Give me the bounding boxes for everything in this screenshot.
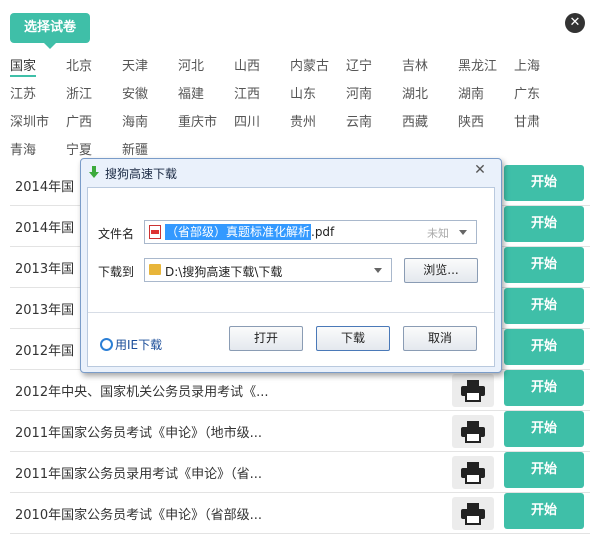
- dialog-titlebar[interactable]: 搜狗高速下载 ✕: [81, 159, 501, 185]
- province-13[interactable]: 福建: [178, 83, 204, 102]
- close-icon[interactable]: ✕: [565, 13, 585, 33]
- start-button[interactable]: 开始: [504, 329, 584, 365]
- province-27[interactable]: 西藏: [402, 111, 428, 130]
- start-button[interactable]: 开始: [504, 206, 584, 242]
- province-23[interactable]: 重庆市: [178, 111, 217, 130]
- folder-icon: [149, 264, 161, 275]
- start-button[interactable]: 开始: [504, 493, 584, 529]
- dialog-divider: [88, 312, 494, 313]
- province-18[interactable]: 湖南: [458, 83, 484, 102]
- paper-title[interactable]: 2014年国: [15, 217, 74, 236]
- province-31[interactable]: 宁夏: [66, 139, 92, 158]
- download-arrow-icon: [89, 166, 99, 178]
- province-7[interactable]: 吉林: [402, 55, 428, 74]
- start-button[interactable]: 开始: [504, 288, 584, 324]
- file-size: 未知: [427, 227, 449, 240]
- file-name-label: 文件名: [98, 227, 135, 241]
- paper-title[interactable]: 2013年国: [15, 299, 74, 318]
- province-11[interactable]: 浙江: [66, 83, 92, 102]
- file-name-field[interactable]: （省部级）真题标准化解析 .pdf 未知: [144, 220, 477, 244]
- start-button[interactable]: 开始: [504, 411, 584, 447]
- table-row: 2011年国家公务员考试《申论》（地市级... 开始: [10, 411, 590, 452]
- province-4[interactable]: 山西: [234, 55, 260, 74]
- province-3[interactable]: 河北: [178, 55, 204, 74]
- start-button[interactable]: 开始: [504, 370, 584, 406]
- province-2[interactable]: 天津: [122, 55, 148, 74]
- province-15[interactable]: 山东: [290, 83, 316, 102]
- dialog-close-icon[interactable]: ✕: [471, 161, 489, 179]
- dialog-title: 搜狗高速下载: [105, 167, 178, 181]
- paper-title[interactable]: 2013年国: [15, 258, 74, 277]
- province-0[interactable]: 国家: [10, 55, 37, 77]
- table-row: 2010年国家公务员考试《申论》（省部级... 开始: [10, 493, 590, 534]
- paper-title[interactable]: 2011年国家公务员考试《申论》（地市级...: [15, 422, 262, 441]
- province-30[interactable]: 青海: [10, 139, 36, 158]
- dialog-body: 文件名 （省部级）真题标准化解析 .pdf 未知 下载到 D:\搜狗高速下载\下…: [87, 187, 495, 367]
- file-name-selection: （省部级）真题标准化解析: [165, 224, 312, 240]
- file-extension: .pdf: [311, 225, 335, 239]
- download-button[interactable]: 下载: [316, 326, 390, 351]
- download-to-label: 下载到: [98, 265, 135, 279]
- ie-icon: [100, 338, 113, 351]
- table-row: 2011年国家公务员录用考试《申论》（省... 开始: [10, 452, 590, 493]
- province-21[interactable]: 广西: [66, 111, 92, 130]
- cancel-button[interactable]: 取消: [403, 326, 477, 351]
- ie-download-link[interactable]: 用IE下载: [100, 336, 162, 353]
- printer-icon[interactable]: [452, 415, 494, 448]
- province-8[interactable]: 黑龙江: [458, 55, 497, 74]
- ie-download-label: 用IE下载: [115, 338, 163, 352]
- chevron-down-icon[interactable]: [374, 268, 382, 273]
- printer-icon[interactable]: [452, 497, 494, 530]
- province-17[interactable]: 湖北: [402, 83, 428, 102]
- chevron-down-icon[interactable]: [459, 230, 467, 235]
- open-button[interactable]: 打开: [229, 326, 303, 351]
- pdf-file-icon: [149, 225, 161, 239]
- printer-icon[interactable]: [452, 456, 494, 489]
- start-button[interactable]: 开始: [504, 247, 584, 283]
- browse-button[interactable]: 浏览...: [404, 258, 478, 283]
- province-5[interactable]: 内蒙古: [290, 55, 329, 74]
- province-16[interactable]: 河南: [346, 83, 372, 102]
- paper-title[interactable]: 2012年国: [15, 340, 74, 359]
- province-12[interactable]: 安徽: [122, 83, 148, 102]
- province-10[interactable]: 江苏: [10, 83, 36, 102]
- province-1[interactable]: 北京: [66, 55, 92, 74]
- province-24[interactable]: 四川: [234, 111, 260, 130]
- province-22[interactable]: 海南: [122, 111, 148, 130]
- download-path-select[interactable]: D:\搜狗高速下载\下载: [144, 258, 392, 282]
- province-20[interactable]: 深圳市: [10, 111, 49, 130]
- paper-title[interactable]: 2014年国: [15, 176, 74, 195]
- download-dialog: 搜狗高速下载 ✕ 文件名 （省部级）真题标准化解析 .pdf 未知 下载到 D:…: [80, 158, 502, 373]
- paper-title[interactable]: 2010年国家公务员考试《申论》（省部级...: [15, 504, 262, 523]
- printer-icon[interactable]: [452, 374, 494, 407]
- province-9[interactable]: 上海: [514, 55, 540, 74]
- table-row: 2012年中央、国家机关公务员录用考试《... 开始: [10, 370, 590, 411]
- start-button[interactable]: 开始: [504, 452, 584, 488]
- province-6[interactable]: 辽宁: [346, 55, 372, 74]
- province-14[interactable]: 江西: [234, 83, 260, 102]
- province-32[interactable]: 新疆: [122, 139, 148, 158]
- paper-title[interactable]: 2012年中央、国家机关公务员录用考试《...: [15, 381, 268, 400]
- download-path: D:\搜狗高速下载\下载: [165, 265, 283, 279]
- paper-title[interactable]: 2011年国家公务员录用考试《申论》（省...: [15, 463, 262, 482]
- start-button[interactable]: 开始: [504, 165, 584, 201]
- select-paper-tab[interactable]: 选择试卷: [10, 13, 90, 49]
- province-29[interactable]: 甘肃: [514, 111, 540, 130]
- province-19[interactable]: 广东: [514, 83, 540, 102]
- province-25[interactable]: 贵州: [290, 111, 316, 130]
- province-26[interactable]: 云南: [346, 111, 372, 130]
- province-28[interactable]: 陕西: [458, 111, 484, 130]
